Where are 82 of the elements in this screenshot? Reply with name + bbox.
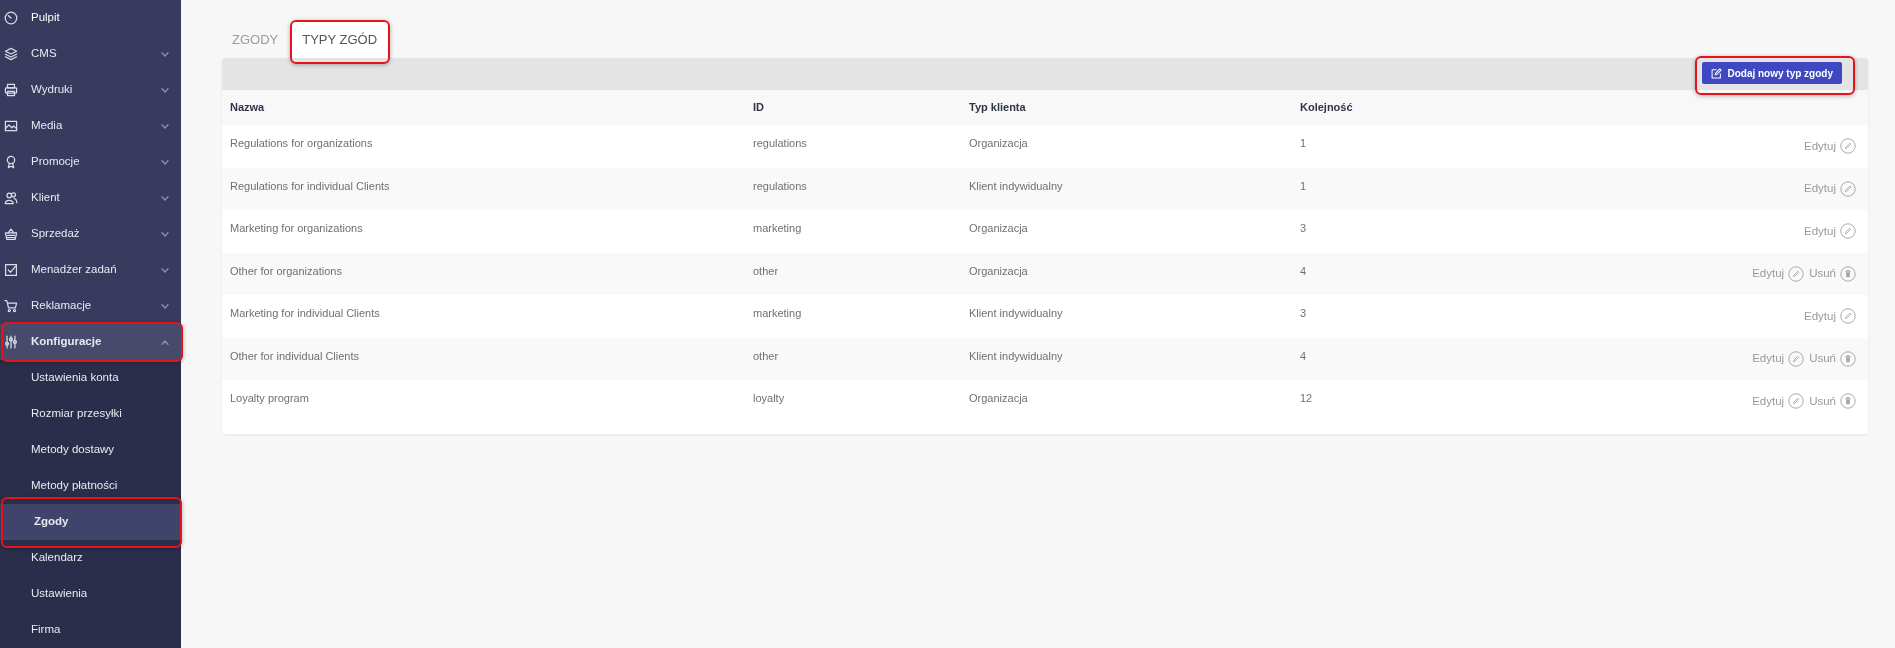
submenu-item[interactable]: Kalendarz <box>0 540 181 576</box>
table-cell: 12 <box>1292 380 1623 423</box>
table-cell: Organizacja <box>961 252 1292 295</box>
sidebar-item[interactable]: Reklamacje <box>0 288 181 324</box>
sidebar-item[interactable]: CMS <box>0 36 181 72</box>
chevron-down-icon <box>161 51 169 57</box>
column-header: Nazwa <box>222 90 745 125</box>
chevron-down-icon <box>161 87 169 93</box>
table-cell: marketing <box>745 210 961 253</box>
submenu-item[interactable]: Ustawienia konta <box>0 360 181 396</box>
sidebar-item[interactable]: Sprzedaż <box>0 216 181 252</box>
submenu-item[interactable]: Metody dostawy <box>0 432 181 468</box>
trash-icon <box>1840 265 1856 282</box>
table-cell: other <box>745 337 961 380</box>
chevron-down-icon <box>161 195 169 201</box>
column-header: Kolejność <box>1292 90 1623 125</box>
chevron-down-icon <box>161 159 169 165</box>
cart-icon <box>4 299 18 313</box>
pencil-icon <box>1788 265 1805 282</box>
sidebar-item[interactable]: Pulpit <box>0 0 181 36</box>
table-cell: Organizacja <box>961 380 1292 423</box>
submenu-item[interactable]: Rozmiar przesyłki <box>0 396 181 432</box>
pencil-icon <box>1840 308 1856 325</box>
trash-icon <box>1840 393 1856 410</box>
table-cell: 3 <box>1292 210 1623 253</box>
table-cell: Marketing for individual Clients <box>222 295 745 338</box>
table-cell: 1 <box>1292 167 1623 210</box>
sidebar-item[interactable]: Media <box>0 108 181 144</box>
table-cell: Organizacja <box>961 210 1292 253</box>
sidebar-item[interactable]: Klient <box>0 180 181 216</box>
pencil-icon <box>1788 350 1805 367</box>
column-header: ID <box>745 90 961 125</box>
pencil-icon <box>1840 180 1856 197</box>
table-cell: 4 <box>1292 252 1623 295</box>
sidebar-item[interactable]: Menadżer zadań <box>0 252 181 288</box>
pencil-icon <box>1840 138 1856 155</box>
chevron-down-icon <box>161 231 169 237</box>
pencil-icon <box>1788 393 1805 410</box>
tab[interactable]: TYPY ZGÓD <box>292 22 388 58</box>
sliders-icon <box>4 335 18 349</box>
table-cell: Other for individual Clients <box>222 337 745 380</box>
table-cell: 1 <box>1292 125 1623 168</box>
table-cell: Organizacja <box>961 125 1292 168</box>
table-cell: Regulations for individual Clients <box>222 167 745 210</box>
chevron-down-icon <box>161 123 169 129</box>
pencil-icon <box>1840 223 1856 240</box>
chevron-down-icon <box>161 267 169 273</box>
medal-icon <box>4 155 18 169</box>
table-cell: Regulations for organizations <box>222 125 745 168</box>
image-icon <box>4 119 18 133</box>
add-consent-type-button[interactable]: Dodaj nowy typ zgody <box>1702 62 1842 84</box>
column-header: Typ klienta <box>961 90 1292 125</box>
table-cell: loyalty <box>745 380 961 423</box>
basket-icon <box>4 227 18 241</box>
trash-icon <box>1840 350 1856 367</box>
users-icon <box>4 191 18 205</box>
submenu-item[interactable]: Ustawienia <box>0 576 181 612</box>
table-cell: regulations <box>745 167 961 210</box>
sidebar-item[interactable]: Promocje <box>0 144 181 180</box>
table-cell: Klient indywidualny <box>961 295 1292 338</box>
submenu-item[interactable]: Firma <box>0 612 181 648</box>
chevron-down-icon <box>161 303 169 309</box>
sidebar-item[interactable]: Konfiguracje <box>0 324 181 360</box>
submenu-item[interactable]: Metody płatności <box>0 468 181 504</box>
table-cell: Loyalty program <box>222 380 745 423</box>
submenu-item[interactable]: Zgody <box>0 504 181 540</box>
table-cell: regulations <box>745 125 961 168</box>
edit-icon <box>1711 67 1723 79</box>
clock-icon <box>4 11 18 25</box>
table-cell: Marketing for organizations <box>222 210 745 253</box>
sidebar-item[interactable]: Wydruki <box>0 72 181 108</box>
table-cell: 4 <box>1292 337 1623 380</box>
table-cell: marketing <box>745 295 961 338</box>
checked-square-icon <box>4 263 18 277</box>
table-cell: Klient indywidualny <box>961 337 1292 380</box>
table-cell: 3 <box>1292 295 1623 338</box>
layers-icon <box>4 47 18 61</box>
table-cell: Klient indywidualny <box>961 167 1292 210</box>
table-cell: Other for organizations <box>222 252 745 295</box>
chevron-up-icon <box>161 339 169 345</box>
printer-icon <box>4 83 18 97</box>
table-cell: other <box>745 252 961 295</box>
